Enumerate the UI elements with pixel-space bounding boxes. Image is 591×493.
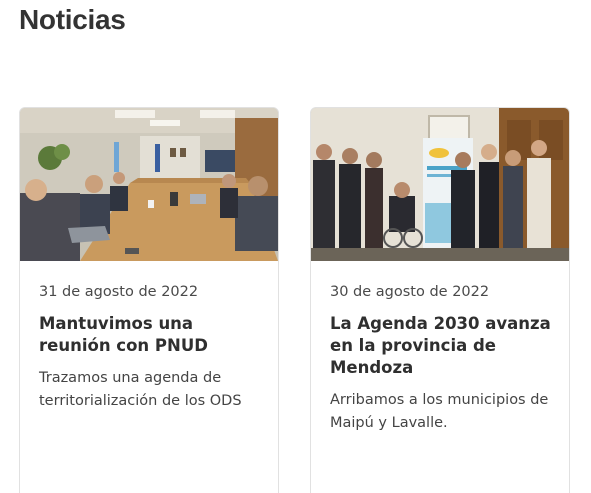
news-card-body: 30 de agosto de 2022 La Agenda 2030 avan… bbox=[311, 261, 569, 435]
news-headline[interactable]: La Agenda 2030 avanza en la provincia de… bbox=[330, 313, 551, 379]
news-card[interactable]: 31 de agosto de 2022 Mantuvimos una reun… bbox=[19, 107, 279, 493]
news-summary: Arribamos a los municipios de Maipú y La… bbox=[330, 392, 549, 431]
group-photo bbox=[311, 108, 569, 261]
news-section: Noticias 31 de agosto de 2022 Mantuvimos… bbox=[0, 0, 591, 493]
news-summary: Trazamos una agenda de territorializació… bbox=[39, 370, 242, 409]
meeting-photo bbox=[20, 108, 278, 261]
news-card-image[interactable] bbox=[311, 108, 569, 261]
news-card[interactable]: 30 de agosto de 2022 La Agenda 2030 avan… bbox=[310, 107, 570, 493]
news-card-body: 31 de agosto de 2022 Mantuvimos una reun… bbox=[20, 261, 278, 413]
news-date: 31 de agosto de 2022 bbox=[39, 284, 199, 300]
news-date: 30 de agosto de 2022 bbox=[330, 284, 490, 300]
news-card-image[interactable] bbox=[20, 108, 278, 261]
section-title: Noticias bbox=[19, 4, 126, 35]
news-headline[interactable]: Mantuvimos una reunión con PNUD bbox=[39, 313, 260, 357]
